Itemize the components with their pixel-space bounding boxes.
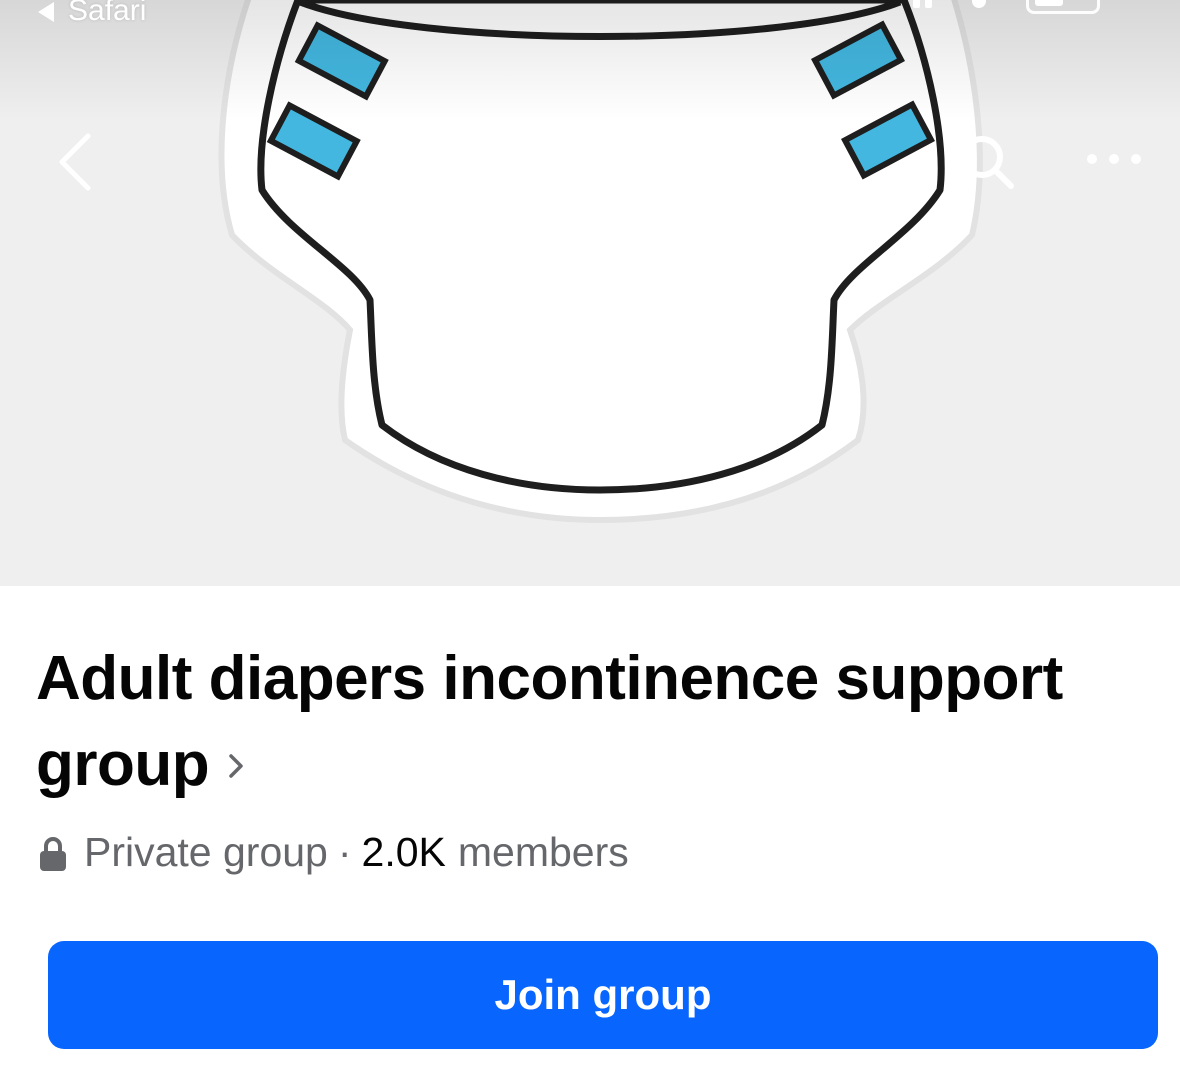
more-dots-icon[interactable] — [1082, 145, 1146, 173]
back-triangle-icon — [38, 2, 54, 22]
privacy-label: Private group — [84, 828, 328, 875]
back-app-label: Safari — [68, 0, 147, 27]
meta-separator: · — [337, 828, 352, 875]
back-to-app-link[interactable]: Safari — [38, 0, 146, 30]
chevron-right-icon — [229, 753, 243, 778]
status-icons — [913, 0, 1100, 14]
wifi-icon — [972, 0, 986, 8]
group-page: Safari Adult diapers incontinence suppor… — [0, 0, 1180, 1084]
diaper-illustration — [218, 0, 983, 524]
join-group-button[interactable]: Join group — [48, 941, 1158, 1049]
group-title-link[interactable]: Adult diapers incontinence support group — [36, 636, 1136, 808]
group-meta: Private group · 2.0K members — [38, 822, 629, 882]
group-title: Adult diapers incontinence support group — [36, 644, 1063, 799]
chevron-left-icon[interactable] — [50, 128, 98, 192]
member-count: 2.0K — [361, 828, 446, 875]
member-suffix: members — [457, 828, 629, 875]
search-icon[interactable] — [955, 130, 1019, 194]
cover-photo — [0, 0, 1180, 586]
signal-icon — [913, 0, 932, 8]
battery-icon — [1026, 0, 1100, 14]
lock-icon — [40, 837, 66, 871]
